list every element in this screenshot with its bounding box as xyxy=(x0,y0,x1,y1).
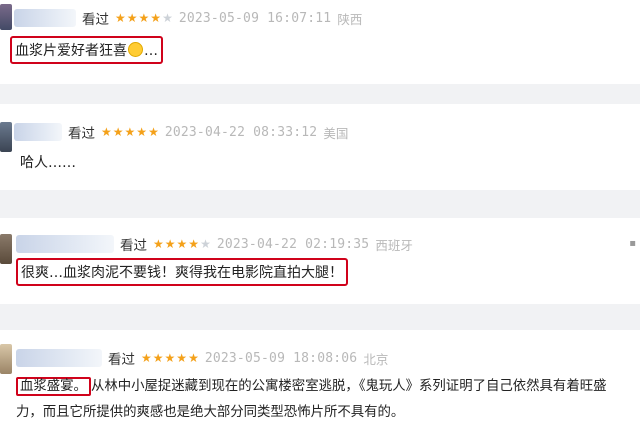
star-empty-icon: ★ xyxy=(200,237,211,251)
star-icon: ★ xyxy=(124,125,136,139)
star-icon: ★ xyxy=(115,11,126,25)
more-icon[interactable]: ▪ xyxy=(629,238,636,249)
review-card: 看过 ★ ★ ★ ★ ★ 2023-05-09 18:08:06 北京 血浆盛宴… xyxy=(0,330,640,432)
star-icon: ★ xyxy=(141,351,152,365)
star-icon: ★ xyxy=(112,125,124,139)
star-icon: ★ xyxy=(176,351,188,365)
star-icon: ★ xyxy=(138,11,150,25)
star-icon: ★ xyxy=(152,351,164,365)
star-empty-icon: ★ xyxy=(162,11,173,25)
username-blurred[interactable] xyxy=(16,235,114,253)
watched-label: 看过 xyxy=(108,352,135,367)
review-text-line1: 血浆盛宴。 从林中小屋捉迷藏到现在的公寓楼密室逃脱，《鬼玩人》系列证明了自己依然具… xyxy=(16,374,607,396)
username-blurred[interactable] xyxy=(14,9,76,27)
star-icon: ★ xyxy=(101,125,112,139)
star-icon: ★ xyxy=(148,125,159,139)
watched-label: 看过 xyxy=(82,12,109,27)
star-icon: ★ xyxy=(176,237,188,251)
username-blurred[interactable] xyxy=(16,349,102,367)
review-text: 血浆片爱好者狂喜… xyxy=(10,36,163,64)
review-location: 陕西 xyxy=(337,11,363,27)
star-icon: ★ xyxy=(188,351,199,365)
review-card: 看过 ★ ★ ★ ★ ★ 2023-04-22 08:33:12 美国 哈人…… xyxy=(0,104,640,190)
review-datetime: 2023-04-22 02:19:35 xyxy=(216,236,370,252)
star-icon: ★ xyxy=(188,237,200,251)
review-text: 哈人…… xyxy=(20,155,76,171)
review-location: 西班牙 xyxy=(375,237,413,253)
review-location: 北京 xyxy=(363,351,389,367)
avatar[interactable] xyxy=(0,234,12,264)
avatar[interactable] xyxy=(0,344,12,374)
review-datetime: 2023-05-09 16:07:11 xyxy=(178,10,332,26)
star-icon: ★ xyxy=(153,237,164,251)
star-icon: ★ xyxy=(150,11,162,25)
rating-stars: ★ ★ ★ ★ ★ xyxy=(101,126,159,138)
avatar[interactable] xyxy=(0,122,12,152)
star-icon: ★ xyxy=(164,351,176,365)
watched-label: 看过 xyxy=(120,238,147,253)
star-icon: ★ xyxy=(164,237,176,251)
review-card: 看过 ★ ★ ★ ★ ★ 2023-04-22 02:19:35 西班牙 ▪ 很… xyxy=(0,218,640,304)
review-datetime: 2023-05-09 18:08:06 xyxy=(204,350,358,366)
rating-stars: ★ ★ ★ ★ ★ xyxy=(141,352,199,364)
review-highlight: 血浆盛宴。 xyxy=(16,377,91,396)
avatar[interactable] xyxy=(0,4,12,30)
watched-label: 看过 xyxy=(68,126,95,141)
review-text-line2: 力，而且它所提供的爽感也是绝大部分同类型恐怖片所不具有的。 xyxy=(16,405,405,420)
star-icon: ★ xyxy=(136,125,148,139)
rating-stars: ★ ★ ★ ★ ★ xyxy=(153,238,211,250)
review-text: 很爽…血浆肉泥不要钱！爽得我在电影院直拍大腿！ xyxy=(16,258,348,286)
review-location: 美国 xyxy=(323,125,349,141)
star-icon: ★ xyxy=(126,11,138,25)
review-datetime: 2023-04-22 08:33:12 xyxy=(164,124,318,140)
smile-emoji-icon xyxy=(128,42,143,57)
username-blurred[interactable] xyxy=(14,123,62,141)
review-card: 看过 ★ ★ ★ ★ ★ 2023-05-09 16:07:11 陕西 血浆片爱… xyxy=(0,0,640,84)
rating-stars: ★ ★ ★ ★ ★ xyxy=(115,12,173,24)
